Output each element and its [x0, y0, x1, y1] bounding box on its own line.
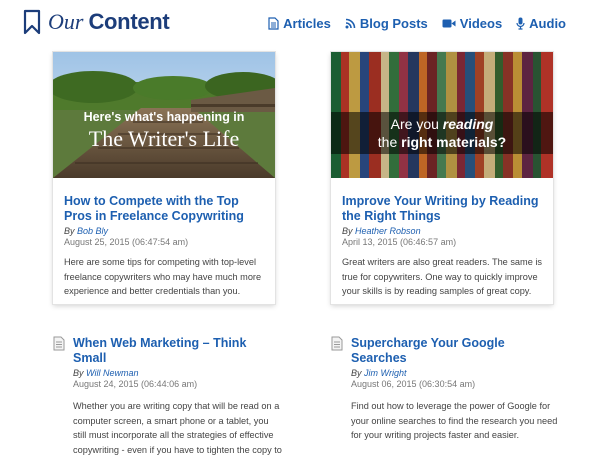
nav-videos-label: Videos — [459, 16, 503, 31]
nav-blog-posts-label: Blog Posts — [359, 16, 428, 31]
article-image-writers-life[interactable]: Here's what's happening in The Writer's … — [53, 52, 275, 178]
article-title-link[interactable]: Improve Your Writing by Reading the Righ… — [342, 194, 544, 224]
author-link[interactable]: Heather Robson — [355, 226, 421, 236]
article-card-body: How to Compete with the Top Pros in Free… — [64, 194, 266, 299]
byline-prefix: By — [342, 226, 353, 236]
article-date: August 06, 2015 (06:30:54 am) — [351, 379, 476, 389]
author-link[interactable]: Will Newman — [86, 368, 138, 378]
article-excerpt: Great writers are also great readers. Th… — [342, 257, 542, 296]
article-card-body: Improve Your Writing by Reading the Righ… — [342, 194, 544, 299]
article-excerpt: Whether you are writing copy that will b… — [73, 401, 282, 455]
nav-audio[interactable]: Audio — [516, 16, 566, 31]
author-link[interactable]: Jim Wright — [364, 368, 407, 378]
article-date: August 24, 2015 (06:44:06 am) — [73, 379, 198, 389]
nav-articles-label: Articles — [283, 16, 331, 31]
article-byline: By Bob Bly — [64, 226, 266, 236]
article-card: Here's what's happening in The Writer's … — [53, 52, 275, 304]
nav-videos[interactable]: Videos — [442, 16, 502, 31]
document-icon — [331, 336, 343, 351]
byline-prefix: By — [64, 226, 75, 236]
main-nav: Articles Blog Posts Videos Audio — [268, 16, 566, 31]
site-header: Our Content Articles Blog Posts Videos A… — [0, 0, 600, 48]
article-card: Are you reading the right materials? Imp… — [331, 52, 553, 304]
byline-prefix: By — [73, 368, 84, 378]
image-caption-line2: the right materials? — [377, 134, 507, 150]
image-caption-line1: Here's what's happening in — [83, 110, 245, 124]
article-title-link[interactable]: When Web Marketing – Think Small — [73, 336, 283, 366]
article-excerpt: Find out how to leverage the power of Go… — [351, 401, 558, 440]
image-caption-line2: The Writer's Life — [88, 126, 240, 151]
article-byline: By Heather Robson — [342, 226, 544, 236]
bookmark-icon — [23, 9, 41, 35]
article-excerpt: Here are some tips for competing with to… — [64, 257, 262, 296]
article-title-link[interactable]: How to Compete with the Top Pros in Free… — [64, 194, 266, 224]
author-link[interactable]: Bob Bly — [77, 226, 108, 236]
article-title-link[interactable]: Supercharge Your Google Searches — [351, 336, 561, 366]
site-logo[interactable]: Our Content — [22, 9, 170, 35]
article-image-reading[interactable]: Are you reading the right materials? — [331, 52, 553, 178]
microphone-icon — [516, 17, 525, 30]
nav-audio-label: Audio — [529, 16, 566, 31]
rss-icon — [345, 18, 356, 29]
video-camera-icon — [442, 19, 456, 28]
document-icon — [53, 336, 65, 351]
image-caption-line1: Are you reading — [390, 116, 494, 132]
nav-articles[interactable]: Articles — [268, 16, 331, 31]
logo-our-text: Our — [48, 9, 84, 34]
byline-prefix: By — [351, 368, 362, 378]
article-byline: By Will Newman — [73, 368, 283, 378]
document-icon — [268, 17, 279, 30]
article-byline: By Jim Wright — [351, 368, 561, 378]
nav-blog-posts[interactable]: Blog Posts — [345, 16, 428, 31]
article-date: April 13, 2015 (06:46:57 am) — [342, 237, 457, 247]
logo-content-text: Content — [88, 9, 170, 34]
article-date: August 25, 2015 (06:47:54 am) — [64, 237, 189, 247]
